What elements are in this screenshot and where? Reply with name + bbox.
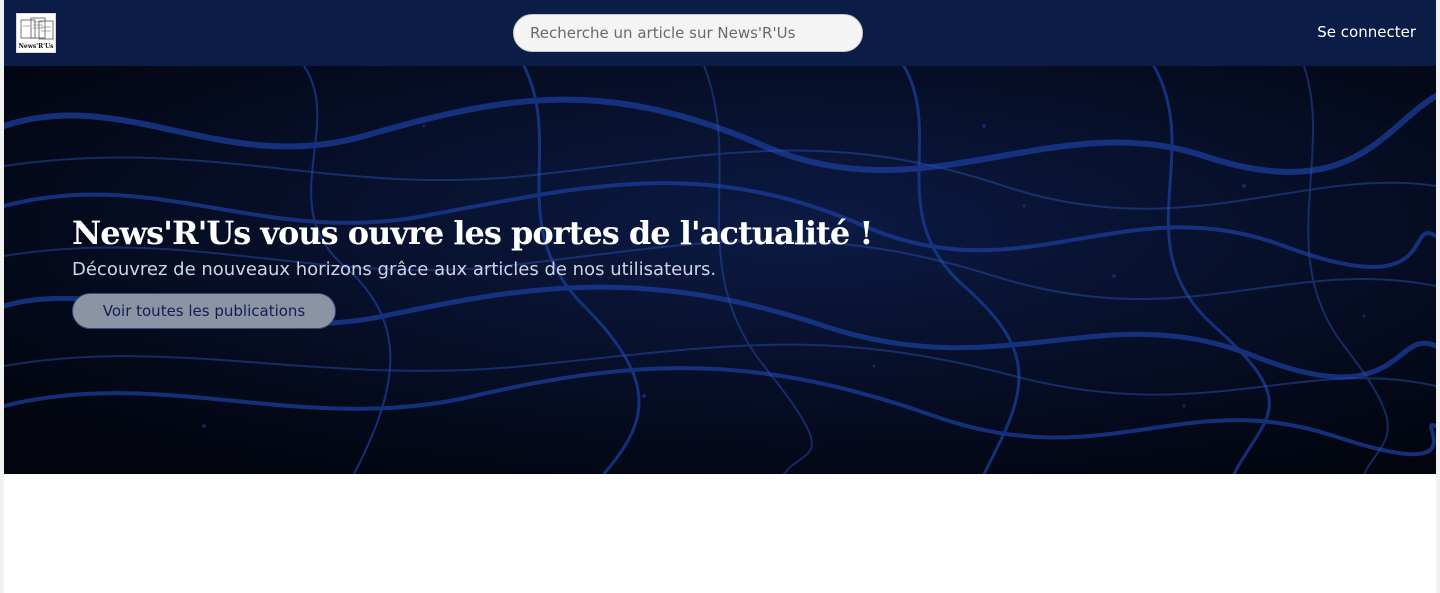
hero-subtitle: Découvrez de nouveaux horizons grâce aux… xyxy=(72,259,717,280)
site-logo[interactable]: News'R'Us xyxy=(16,13,56,53)
hero-title: News'R'Us vous ouvre les portes de l'act… xyxy=(72,214,873,252)
search-input[interactable] xyxy=(513,14,863,52)
view-all-publications-button[interactable]: Voir toutes les publications xyxy=(72,293,336,329)
navbar: News'R'Us Se connecter xyxy=(4,0,1436,66)
login-link[interactable]: Se connecter xyxy=(1317,23,1416,41)
logo-text: News'R'Us xyxy=(18,43,54,50)
hero-banner: News'R'Us vous ouvre les portes de l'act… xyxy=(4,66,1436,474)
page: News'R'Us Se connecter xyxy=(4,0,1436,593)
